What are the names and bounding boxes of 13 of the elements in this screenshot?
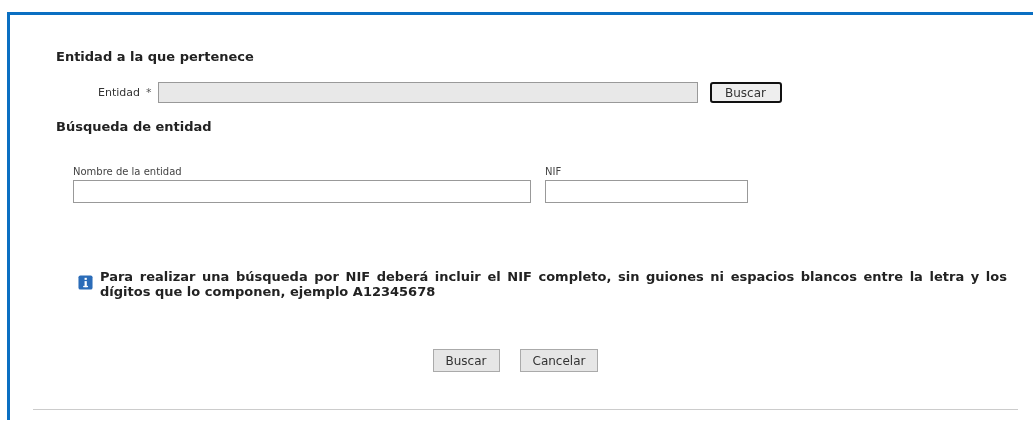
search-button[interactable]: Buscar [709, 82, 782, 103]
info-text: Para realizar una búsqueda por NIF deberá incluir el NIF completo, sin guiones ni espacios blancos entre la letra y los dígitos que lo componen, ejemplo A12345678 [100, 269, 1007, 299]
field-label: Nombre de la entidad [73, 166, 183, 177]
action-button[interactable]: Cancelar [519, 349, 599, 372]
text-field[interactable] [545, 180, 748, 203]
field-label: NIF [545, 166, 563, 177]
section-title: Búsqueda de entidad [56, 119, 213, 134]
info-icon [78, 275, 93, 290]
text-field[interactable] [73, 180, 531, 203]
section-title: Entidad a la que pertenece [56, 49, 255, 64]
required-mark: * [146, 86, 152, 99]
action-button[interactable]: Buscar [432, 349, 500, 372]
field-label: Entidad [98, 86, 140, 99]
